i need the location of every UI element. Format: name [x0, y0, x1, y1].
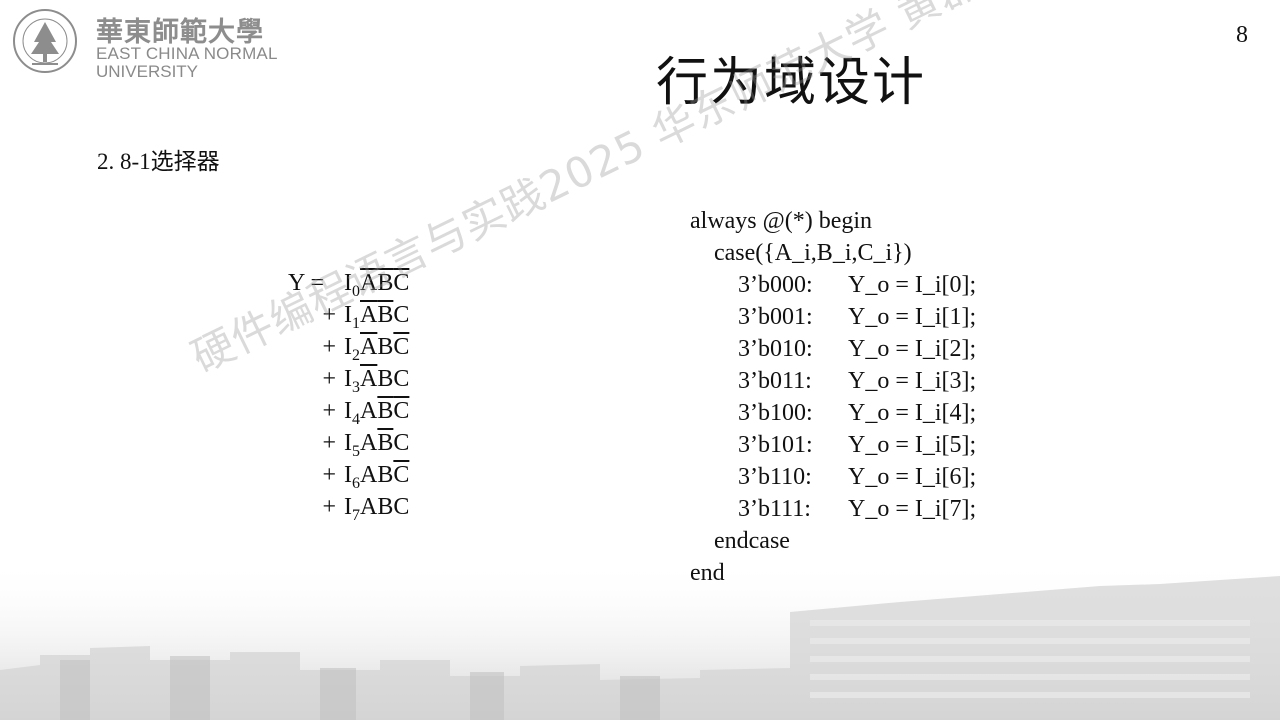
inverted-variable: A [360, 334, 378, 360]
case-assignment: Y_o = I_i[0]; [848, 272, 977, 298]
university-logo: 華東師範大學 EAST CHINA NORMAL UNIVERSITY [12, 6, 302, 82]
equation-operator: + [322, 398, 336, 424]
inverted-variable: B [377, 398, 394, 424]
case-assignment: Y_o = I_i[2]; [848, 336, 977, 362]
input-symbol: I [344, 334, 352, 360]
code-line-end: end [690, 560, 725, 586]
case-label: 3’b101: [738, 432, 813, 458]
verilog-code-block: always @(*) begin case({A_i,B_i,C_i}) 3’… [690, 208, 1090, 598]
input-index: 4 [352, 410, 360, 428]
input-index: 2 [352, 346, 360, 364]
inverted-variable: A [360, 366, 378, 392]
case-label: 3’b100: [738, 400, 813, 426]
page-number: 8 [1236, 22, 1248, 48]
variable: B [377, 334, 394, 360]
variable: B [377, 494, 394, 520]
equation-term: I5ABC [344, 430, 409, 461]
case-assignment: Y_o = I_i[4]; [848, 400, 977, 426]
input-symbol: I [344, 462, 352, 488]
case-label: 3’b111: [738, 496, 811, 522]
logo-english-line-1: EAST CHINA NORMAL [96, 44, 278, 63]
variable: C [393, 494, 410, 520]
variable: B [377, 462, 394, 488]
input-symbol: I [344, 366, 352, 392]
variable: C [393, 366, 410, 392]
variable: C [393, 302, 410, 328]
equation-term: I7ABC [344, 494, 409, 525]
variable: B [377, 366, 394, 392]
case-assignment: Y_o = I_i[7]; [848, 496, 977, 522]
equation-term: I4ABC [344, 398, 409, 429]
code-line-always: always @(*) begin [690, 208, 873, 234]
case-label: 3’b001: [738, 304, 813, 330]
variable: C [393, 430, 410, 456]
case-assignment: Y_o = I_i[1]; [848, 304, 977, 330]
input-index: 6 [352, 474, 360, 492]
variable: A [360, 462, 378, 488]
equation-operator: + [322, 494, 336, 520]
case-assignment: Y_o = I_i[5]; [848, 432, 977, 458]
case-label: 3’b000: [738, 272, 813, 298]
inverted-variable: B [377, 430, 394, 456]
variable: A [360, 494, 378, 520]
input-index: 1 [352, 314, 360, 332]
case-assignment: Y_o = I_i[3]; [848, 368, 977, 394]
equation-term: I2ABC [344, 334, 409, 365]
equation-term: I3ABC [344, 366, 409, 397]
input-symbol: I [344, 430, 352, 456]
input-index: 7 [352, 506, 360, 524]
input-symbol: I [344, 494, 352, 520]
inverted-variable: C [393, 334, 410, 360]
equation-operator: + [322, 366, 336, 392]
input-index: 3 [352, 378, 360, 396]
equation-operator: + [322, 430, 336, 456]
equation-term: I6ABC [344, 462, 409, 493]
inverted-variable: C [393, 398, 410, 424]
variable: A [360, 398, 378, 424]
code-line-endcase: endcase [714, 528, 790, 554]
case-assignment: Y_o = I_i[6]; [848, 464, 977, 490]
input-index: 5 [352, 442, 360, 460]
variable: A [360, 430, 378, 456]
ecnu-seal-icon [13, 9, 77, 73]
input-symbol: I [344, 398, 352, 424]
logo-english-line-2: UNIVERSITY [96, 62, 199, 81]
slide-subtitle: 2. 8-1选择器 [97, 149, 220, 174]
case-label: 3’b011: [738, 368, 812, 394]
code-line-case: case({A_i,B_i,C_i}) [714, 240, 912, 266]
inverted-variable: C [393, 462, 410, 488]
case-label: 3’b110: [738, 464, 812, 490]
inverted-variable: B [377, 302, 394, 328]
equation-operator: + [322, 462, 336, 488]
case-label: 3’b010: [738, 336, 813, 362]
